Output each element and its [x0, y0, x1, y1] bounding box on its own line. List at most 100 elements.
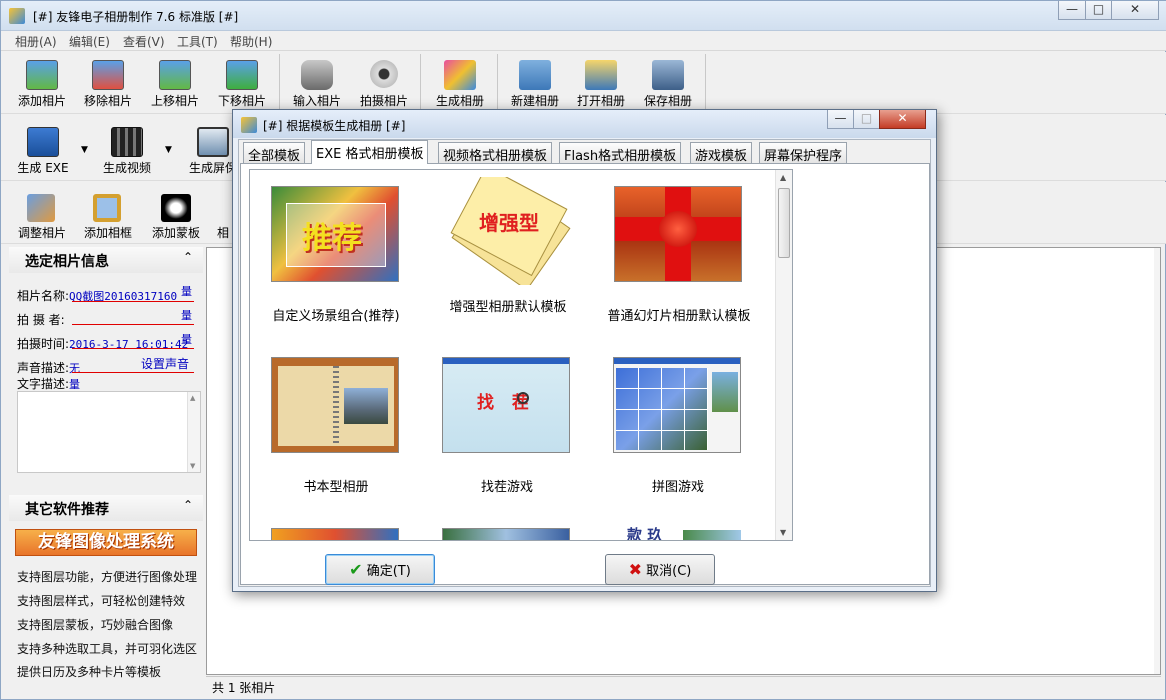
dialog-close-button[interactable]: ✕	[879, 110, 926, 129]
template-item-partial[interactable]	[271, 528, 399, 540]
tab-video-templates[interactable]: 视频格式相册模板	[438, 142, 553, 164]
collapse-chevron-icon[interactable]: ⌃	[183, 250, 193, 264]
recommend-banner[interactable]: 友锋图像处理系统	[15, 529, 197, 556]
template-thumbnail	[614, 186, 742, 282]
new-album-icon	[519, 60, 551, 90]
photo-info-header[interactable]: 选定相片信息 ⌃	[9, 247, 203, 273]
save-album-button[interactable]: 保存相册	[639, 58, 697, 110]
tab-flash-templates[interactable]: Flash格式相册模板	[559, 142, 682, 164]
tab-exe-templates[interactable]: EXE 格式相册模板	[311, 140, 429, 164]
exe-dropdown-arrow-icon[interactable]: ▼	[81, 145, 88, 155]
new-album-button[interactable]: 新建相册	[506, 58, 564, 110]
template-dialog: [#] 根据模板生成相册 [#] — □ ✕ 全部模板 EXE 格式相册模板 视…	[232, 109, 937, 592]
video-dropdown-arrow-icon[interactable]: ▼	[165, 145, 172, 155]
text-description-field[interactable]: ▲ ▼	[17, 391, 201, 473]
toolbar-main: 添加相片 移除相片 上移相片 下移相片 输入相片 拍摄相片 生成相册 新建相册 …	[1, 52, 1166, 114]
open-folder-icon	[585, 60, 617, 90]
template-list-scrollbar[interactable]: ▲ ▼	[775, 170, 792, 540]
menu-tools[interactable]: 工具(T)	[177, 33, 218, 50]
check-icon: ✔	[349, 560, 363, 579]
close-button[interactable]: ✕	[1111, 1, 1159, 20]
capture-time-row: 拍摄时间:2016-3-17 16:01:42	[17, 337, 189, 351]
title-bar: [#] 友锋电子相册制作 7.6 标准版 [#] — □ ✕	[1, 1, 1166, 31]
template-caption: 增强型相册默认模板	[449, 300, 567, 315]
generate-album-button[interactable]: 生成相册	[429, 58, 491, 110]
generate-album-icon	[444, 60, 476, 90]
edit-time-glyph[interactable]: 量	[181, 331, 192, 347]
tab-game-templates[interactable]: 游戏模板	[690, 142, 753, 164]
tab-screensaver[interactable]: 屏幕保护程序	[759, 142, 848, 164]
move-down-photo-button[interactable]: 下移相片	[213, 58, 271, 110]
generate-video-button[interactable]: 生成视频	[97, 125, 157, 179]
dialog-maximize-button[interactable]: □	[853, 110, 880, 129]
webcam-icon	[370, 60, 398, 88]
adjust-photo-icon	[27, 194, 55, 222]
mask-heart-icon	[161, 194, 191, 222]
edit-photographer-glyph[interactable]: 量	[181, 307, 192, 323]
template-caption: 拼图游戏	[651, 480, 704, 495]
dialog-minimize-button[interactable]: —	[827, 110, 854, 129]
more-tool-button[interactable]: 相	[213, 192, 233, 242]
text-desc-row: 文字描述:量	[17, 377, 81, 391]
photographer-row: 拍 摄 者:	[17, 313, 65, 327]
sound-row: 声音描述:无	[17, 361, 81, 375]
scrollbar-thumb[interactable]	[778, 188, 790, 258]
move-up-photo-button[interactable]: 上移相片	[146, 58, 204, 110]
collapse-chevron-icon[interactable]: ⌃	[183, 498, 193, 512]
app-logo-icon	[9, 8, 25, 24]
add-mask-button[interactable]: 添加蒙板	[147, 192, 205, 242]
template-list[interactable]: 推荐 自定义场景组合(推荐) 增强型 增强型相册默认模板 普通幻灯片相册默认模板…	[249, 169, 793, 541]
template-item-partial[interactable]: 款 玖	[613, 526, 741, 540]
menu-bar: 相册(A) 编辑(E) 查看(V) 工具(T) 帮助(H)	[1, 31, 1166, 51]
maximize-button[interactable]: □	[1085, 1, 1112, 20]
exe-icon	[27, 127, 59, 157]
sound-value: 无	[69, 362, 81, 375]
remove-photo-icon	[92, 60, 124, 90]
menu-help[interactable]: 帮助(H)	[230, 33, 272, 50]
toolbar-separator	[420, 54, 421, 110]
photo-count-status: 共 1 张相片	[212, 681, 276, 695]
textarea-scrollbar[interactable]: ▲ ▼	[187, 392, 200, 472]
adjust-photo-button[interactable]: 调整相片	[13, 192, 71, 242]
template-thumbnail: 找 茬	[442, 357, 570, 453]
toolbar-separator	[705, 54, 706, 110]
template-item-partial[interactable]	[442, 528, 570, 540]
save-disk-icon	[652, 60, 684, 90]
menu-album[interactable]: 相册(A)	[15, 33, 57, 50]
menu-edit[interactable]: 编辑(E)	[69, 33, 110, 50]
film-icon	[111, 127, 143, 157]
workspace-scrollbar[interactable]	[1154, 248, 1160, 674]
import-photo-button[interactable]: 输入相片	[288, 58, 346, 110]
dialog-title: [#] 根据模板生成相册 [#]	[263, 119, 406, 133]
dialog-body: 全部模板 EXE 格式相册模板 视频格式相册模板 Flash格式相册模板 游戏模…	[238, 139, 931, 587]
template-thumbnail: 增强型	[443, 177, 571, 285]
add-frame-button[interactable]: 添加相框	[79, 192, 137, 242]
template-thumbnail	[613, 357, 741, 453]
frame-icon	[93, 194, 121, 222]
set-sound-link[interactable]: 设置声音	[141, 355, 189, 372]
toolbar-separator	[279, 54, 280, 110]
ok-button[interactable]: ✔ 确定(T)	[325, 554, 435, 585]
left-panel: 选定相片信息 ⌃ 相片名称:QQ截图20160317160 量 拍 摄 者: 量…	[9, 247, 203, 679]
tab-panel: 推荐 自定义场景组合(推荐) 增强型 增强型相册默认模板 普通幻灯片相册默认模板…	[240, 163, 930, 585]
window-title: [#] 友锋电子相册制作 7.6 标准版 [#]	[33, 10, 239, 24]
remove-photo-button[interactable]: 移除相片	[79, 58, 137, 110]
recommend-line: 提供日历及多种卡片等模板	[17, 665, 162, 679]
edit-name-glyph[interactable]: 量	[181, 283, 192, 299]
add-photo-icon	[26, 60, 58, 90]
template-thumbnail: 推荐	[271, 186, 399, 282]
capture-photo-button[interactable]: 拍摄相片	[355, 58, 413, 110]
tab-all-templates[interactable]: 全部模板	[243, 142, 306, 164]
edit-text-glyph[interactable]: 量	[69, 378, 80, 391]
menu-view[interactable]: 查看(V)	[123, 33, 165, 50]
cancel-button[interactable]: ✖ 取消(C)	[605, 554, 715, 585]
open-album-button[interactable]: 打开相册	[572, 58, 630, 110]
add-photo-button[interactable]: 添加相片	[13, 58, 71, 110]
recommend-line: 支持图层蒙板，巧妙融合图像	[17, 618, 174, 632]
camera-icon	[301, 60, 333, 90]
dialog-logo-icon	[241, 117, 257, 133]
generate-exe-button[interactable]: 生成 EXE	[13, 125, 73, 179]
move-down-icon	[226, 60, 258, 90]
recommend-header[interactable]: 其它软件推荐 ⌃	[9, 495, 203, 521]
minimize-button[interactable]: —	[1058, 1, 1086, 20]
